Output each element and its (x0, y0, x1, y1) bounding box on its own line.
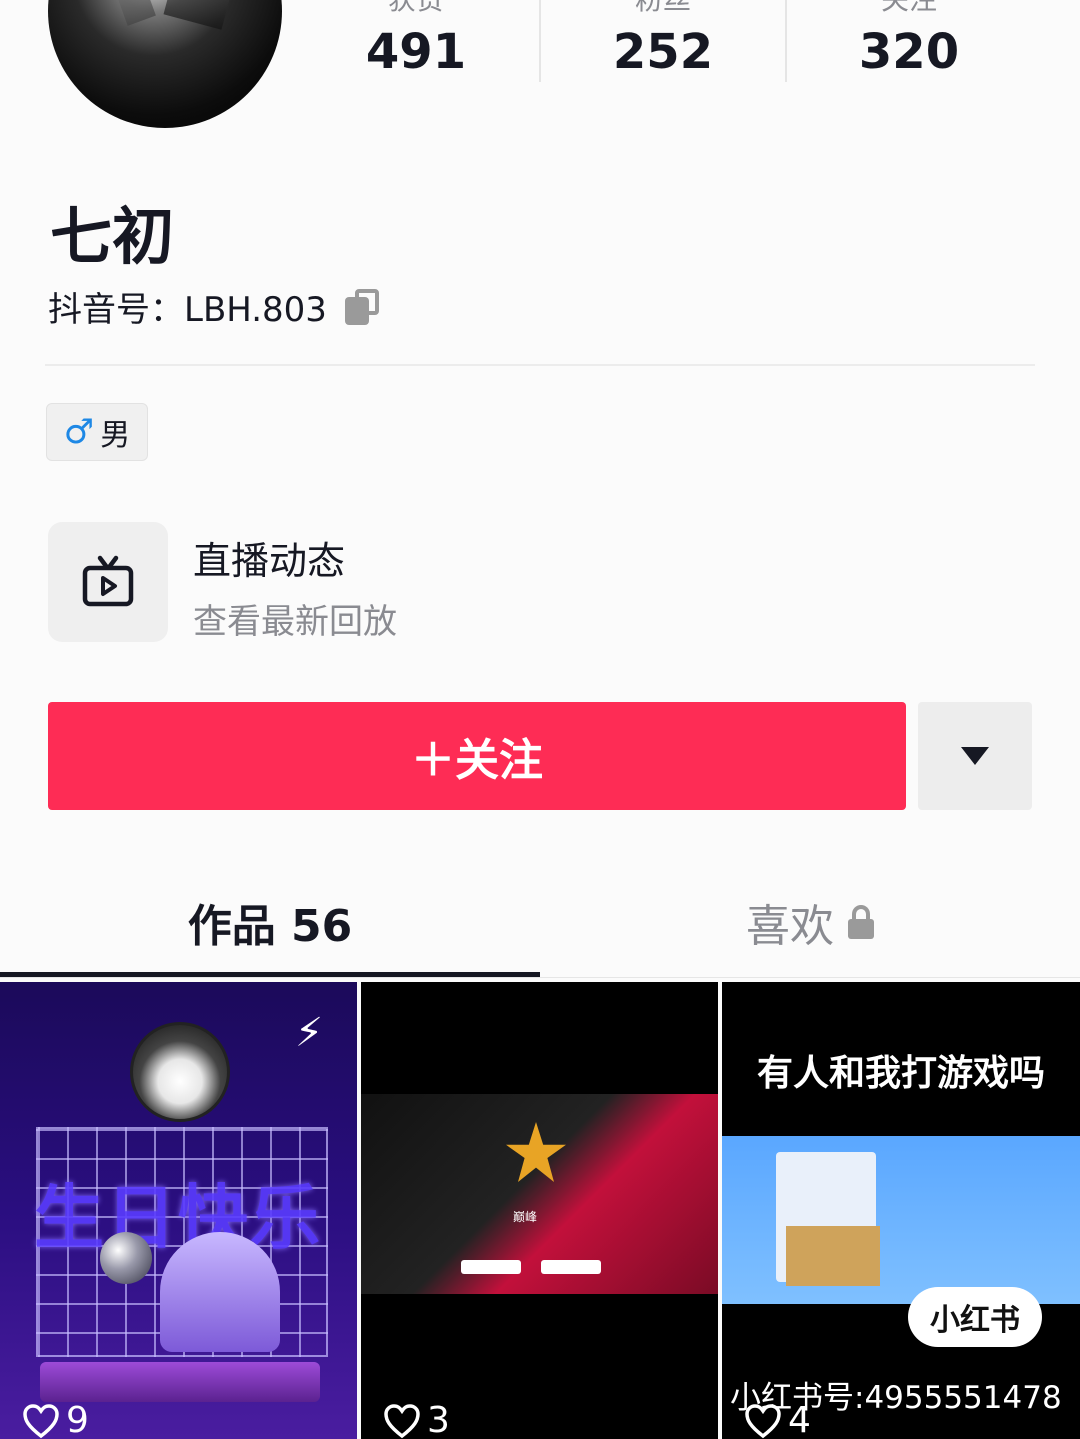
tab-works[interactable]: 作品 56 (0, 890, 540, 954)
stat-followers-value: 252 (612, 24, 714, 80)
profile-nickname: 七初 (50, 200, 175, 273)
follow-button[interactable]: ＋关注 (48, 702, 906, 810)
section-divider (45, 364, 1035, 366)
tv-play-icon (82, 555, 134, 607)
gender-label: 男 (100, 418, 131, 453)
game-share-button (541, 1260, 601, 1274)
live-title[interactable]: 直播动态 (193, 530, 345, 585)
video-thumbnail[interactable]: 生日快乐 ⚡ 9 (0, 982, 357, 1439)
live-replay-button[interactable] (48, 522, 168, 642)
video-like-count: 3 (383, 1400, 450, 1439)
stat-divider (785, 0, 787, 82)
stat-likes-label: 获赞 (296, 0, 536, 20)
stat-followers-label: 粉丝 (543, 0, 783, 20)
stat-divider (539, 0, 541, 82)
live-subtitle[interactable]: 查看最新回放 (193, 594, 397, 643)
husky-avatar (130, 1022, 230, 1122)
video-like-count: 9 (22, 1400, 89, 1439)
cupcake (160, 1232, 280, 1352)
thumbnail-title: 有人和我打游戏吗 (756, 1053, 1045, 1094)
account-id-text: 抖音号：LBH.803 (48, 290, 327, 330)
game-confirm-button (461, 1260, 521, 1274)
lock-icon (848, 905, 874, 939)
disco-ball (100, 1232, 152, 1284)
video-thumbnail[interactable]: 巅峰 3 (361, 982, 718, 1439)
heart-icon (384, 1403, 420, 1438)
heart-icon (23, 1403, 59, 1438)
game-screenshot (361, 1094, 718, 1294)
stat-following-label: 关注 (789, 0, 1029, 20)
more-options-button[interactable] (918, 702, 1032, 810)
like-count-text: 9 (66, 1400, 89, 1439)
heart-icon (745, 1403, 781, 1438)
stat-likes[interactable]: 获赞 491 (296, 0, 536, 82)
gender-tag: ♂ 男 (46, 403, 148, 461)
video-thumbnail[interactable]: 有人和我打游戏吗 小红书 小红书号:4955551478 4 (722, 982, 1080, 1439)
video-like-count: 4 (744, 1400, 811, 1439)
triangle-down-icon (961, 747, 989, 765)
xiaohongshu-badge: 小红书 (908, 1287, 1042, 1347)
like-count-text: 3 (427, 1400, 450, 1439)
game-image (786, 1226, 880, 1286)
lightning-icon: ⚡ (295, 1010, 324, 1056)
avatar[interactable] (48, 0, 282, 128)
stat-likes-value: 491 (365, 24, 467, 80)
tab-likes-label: 喜欢 (746, 901, 834, 952)
like-count-text: 4 (788, 1400, 811, 1439)
thumbnail-overlay-text: 巅峰 (513, 1210, 538, 1224)
tab-divider (0, 977, 1080, 978)
male-icon: ♂ (63, 412, 95, 452)
tab-likes[interactable]: 喜欢 (540, 890, 1080, 954)
copy-icon[interactable] (343, 287, 383, 327)
stat-followers[interactable]: 粉丝 252 (543, 0, 783, 82)
stat-following-value: 320 (858, 24, 960, 80)
stat-following[interactable]: 关注 320 (789, 0, 1029, 82)
stage (40, 1362, 320, 1402)
account-id-row: 抖音号：LBH.803 (48, 282, 383, 331)
